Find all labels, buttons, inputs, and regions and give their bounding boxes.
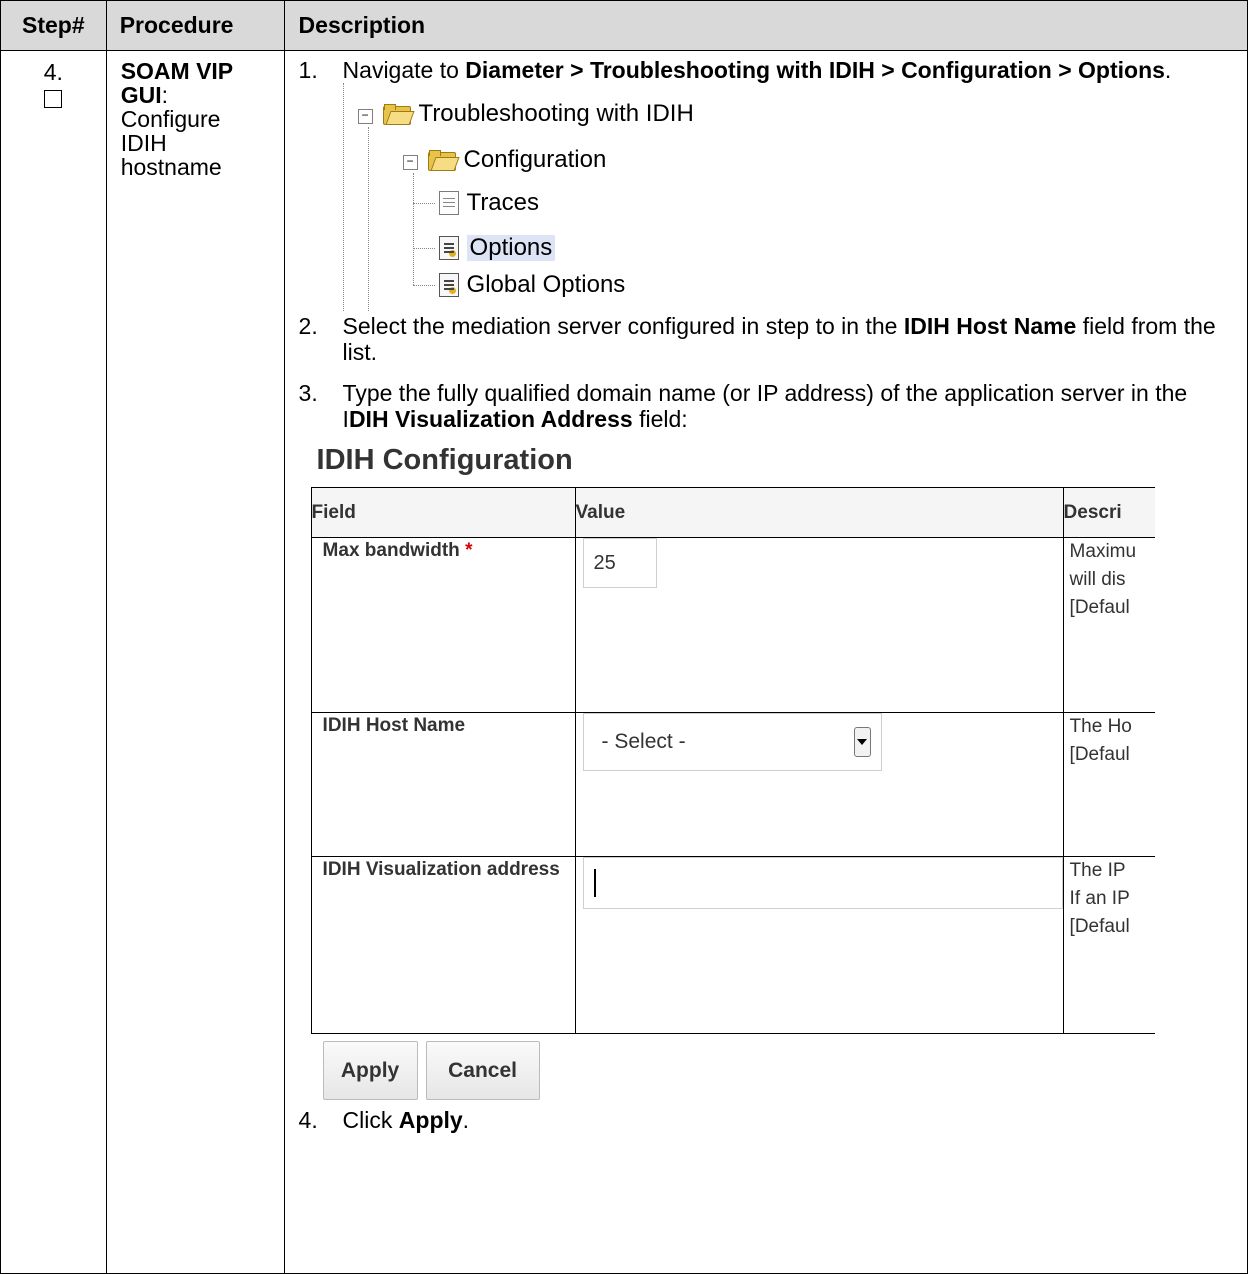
tree-guide-line-3 bbox=[412, 173, 414, 285]
tree-branch-global-options bbox=[412, 285, 435, 286]
tree-node-traces[interactable]: Traces bbox=[438, 189, 540, 216]
step-number: 4. bbox=[43, 59, 63, 85]
instruction-4-pre: Click bbox=[342, 1107, 399, 1133]
desc-line: The IP bbox=[1069, 860, 1126, 881]
dropdown-arrow-icon[interactable] bbox=[853, 727, 871, 757]
desc-line: will dis bbox=[1069, 569, 1126, 590]
instruction-4-post: . bbox=[462, 1107, 470, 1133]
procedure-table: Step# Procedure Description 4. SOAM VIP … bbox=[0, 0, 1248, 1274]
column-description: Descri bbox=[1062, 487, 1155, 538]
collapse-toggle-root[interactable]: − bbox=[357, 109, 373, 124]
instruction-2-bold: IDIH Host Name bbox=[903, 313, 1077, 339]
tree-node-options[interactable]: Options bbox=[438, 235, 556, 261]
instruction-4-number: 4. bbox=[298, 1107, 318, 1133]
value-idih-visualization-address bbox=[574, 856, 1064, 1034]
header-row: Step# Procedure Description bbox=[0, 0, 1248, 51]
procedure-text: Configure IDIH hostname bbox=[120, 106, 222, 180]
options-page-icon bbox=[438, 273, 459, 297]
tree-label-global-options: Global Options bbox=[466, 271, 626, 298]
button-row: Apply Cancel bbox=[311, 1035, 1235, 1105]
instruction-1: 1. Navigate to Diameter > Troubleshootin… bbox=[299, 57, 1235, 83]
desc-max-bandwidth: Maximu will dis [Defaul bbox=[1062, 537, 1155, 713]
folder-open-icon bbox=[427, 150, 460, 171]
description-cell: 1. Navigate to Diameter > Troubleshootin… bbox=[283, 50, 1248, 1274]
instruction-3-bold: DIH Visualization Address bbox=[348, 406, 633, 432]
max-bandwidth-input[interactable]: 25 bbox=[582, 538, 657, 588]
tree-label-traces: Traces bbox=[466, 189, 540, 216]
tree-branch-traces bbox=[412, 203, 435, 204]
procedure-title: SOAM VIP GUI bbox=[120, 58, 233, 108]
panel-header-row: Field Value Descri bbox=[310, 487, 1155, 538]
instruction-4: 4. Click Apply. bbox=[299, 1107, 1235, 1133]
tree-node-configuration[interactable]: Configuration bbox=[427, 146, 607, 173]
desc-line: [Defaul bbox=[1069, 744, 1130, 765]
required-marker: * bbox=[465, 540, 473, 561]
instruction-4-bold: Apply bbox=[398, 1107, 463, 1133]
tree-guide-line-2 bbox=[367, 127, 369, 311]
step-cell: 4. bbox=[0, 50, 107, 1274]
instruction-3: 3. Type the fully qualified domain name … bbox=[299, 380, 1235, 432]
field-idih-host-name: IDIH Host Name bbox=[310, 712, 576, 857]
desc-line: [Defaul bbox=[1069, 916, 1130, 937]
column-value: Value bbox=[574, 487, 1064, 538]
idih-host-name-select[interactable]: - Select - bbox=[582, 713, 882, 771]
tree-label-options: Options bbox=[466, 235, 556, 261]
tree-branch-options bbox=[412, 248, 435, 249]
column-field: Field bbox=[310, 487, 576, 538]
header-procedure: Procedure bbox=[105, 0, 285, 51]
options-page-icon bbox=[438, 236, 459, 260]
desc-line: [Defaul bbox=[1069, 597, 1130, 618]
text-cursor bbox=[593, 868, 596, 897]
desc-idih-visualization-address: The IP If an IP [Defaul bbox=[1062, 856, 1155, 1034]
instruction-3-number: 3. bbox=[298, 380, 318, 406]
row-max-bandwidth: Max bandwidth * 25 Maximu will dis [Defa… bbox=[310, 537, 1155, 713]
tree-node-troubleshooting[interactable]: Troubleshooting with IDIH bbox=[382, 100, 694, 127]
panel-title: IDIH Configuration bbox=[316, 444, 573, 476]
desc-idih-host-name: The Ho [Defaul bbox=[1062, 712, 1155, 857]
field-max-bandwidth: Max bandwidth * bbox=[310, 537, 576, 713]
idih-configuration-table: Field Value Descri Max bandwidth * 25 Ma… bbox=[310, 487, 1155, 1034]
value-max-bandwidth: 25 bbox=[574, 537, 1064, 713]
desc-line: If an IP bbox=[1069, 888, 1130, 909]
procedure-colon: : bbox=[161, 82, 168, 108]
document-icon bbox=[438, 191, 459, 215]
instruction-1-path: Diameter > Troubleshooting with IDIH > C… bbox=[465, 57, 1165, 83]
procedure-cell: SOAM VIP GUI: Configure IDIH hostname bbox=[105, 50, 285, 1274]
cancel-button[interactable]: Cancel bbox=[425, 1041, 540, 1100]
idih-configuration-panel: Field Value Descri Max bandwidth * 25 Ma… bbox=[310, 487, 1155, 1035]
idih-visualization-address-input[interactable] bbox=[582, 857, 1063, 909]
desc-line: Maximu bbox=[1069, 541, 1137, 562]
tree-node-global-options[interactable]: Global Options bbox=[438, 271, 626, 298]
header-description: Description bbox=[283, 0, 1248, 51]
instruction-1-pre: Navigate to bbox=[342, 57, 466, 83]
field-idih-visualization-address: IDIH Visualization address bbox=[310, 856, 576, 1034]
row-idih-visualization-address: IDIH Visualization address The IP If an … bbox=[310, 856, 1155, 1034]
tree-label-troubleshooting: Troubleshooting with IDIH bbox=[418, 100, 694, 127]
instruction-2: 2. Select the mediation server configure… bbox=[299, 313, 1235, 365]
select-value: - Select - bbox=[601, 730, 686, 753]
procedure-row: 4. SOAM VIP GUI: Configure IDIH hostname… bbox=[0, 50, 1248, 1274]
row-idih-host-name: IDIH Host Name - Select - The Ho [Defaul bbox=[310, 712, 1155, 857]
instruction-2-number: 2. bbox=[298, 313, 318, 339]
tree-label-configuration: Configuration bbox=[463, 146, 607, 173]
navigation-tree: − Troubleshooting with IDIH − Configurat… bbox=[339, 83, 1235, 313]
folder-open-icon bbox=[382, 104, 415, 125]
instruction-3-post: field: bbox=[632, 406, 688, 432]
tree-guide-line bbox=[342, 83, 344, 311]
value-idih-host-name: - Select - bbox=[574, 712, 1064, 857]
desc-line: The Ho bbox=[1069, 716, 1132, 737]
apply-button[interactable]: Apply bbox=[322, 1041, 418, 1100]
instruction-2-pre: Select the mediation server configured i… bbox=[342, 313, 904, 339]
collapse-toggle-configuration[interactable]: − bbox=[402, 155, 418, 170]
instruction-1-post: . bbox=[1164, 57, 1172, 83]
instruction-1-number: 1. bbox=[298, 57, 318, 83]
step-checkbox[interactable] bbox=[44, 90, 63, 108]
header-step: Step# bbox=[0, 0, 107, 51]
label-max-bandwidth: Max bandwidth bbox=[322, 540, 460, 561]
